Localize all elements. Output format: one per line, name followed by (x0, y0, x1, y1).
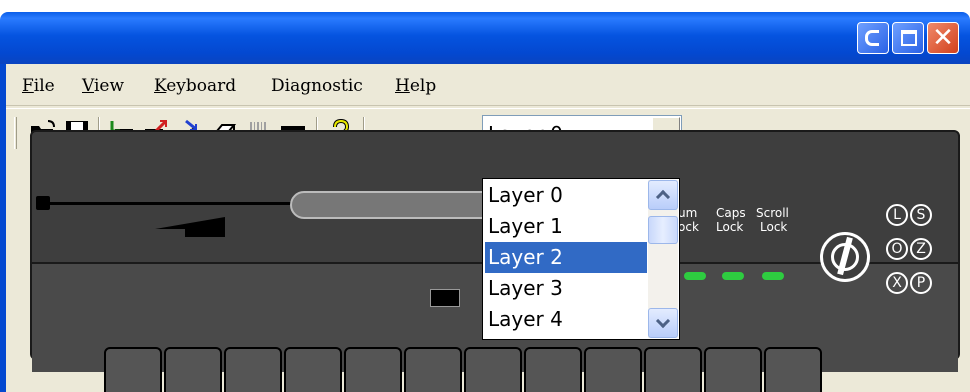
minimize-icon (865, 30, 879, 46)
keyboard-key[interactable] (464, 347, 522, 392)
mode-x-icon: X (886, 272, 908, 294)
scroll-lock-led (762, 272, 784, 280)
menu-keyboard[interactable]: Keyboard (154, 76, 236, 96)
keyboard-key[interactable] (764, 347, 822, 392)
menu-diagnostic[interactable]: Diagnostic (271, 76, 363, 96)
num-lock-label-top: um (678, 206, 698, 220)
layer-option-0[interactable]: Layer 0 (485, 180, 647, 211)
card-reader-bar (185, 229, 225, 237)
maximize-button[interactable] (892, 22, 924, 54)
mode-z-icon: Z (910, 238, 932, 260)
application-window: ✕ File View Keyboard Diagnostic Help um … (0, 12, 970, 392)
indicator-block (430, 289, 460, 307)
title-bar[interactable]: ✕ (0, 12, 970, 64)
toolbar-grip[interactable] (14, 117, 17, 149)
close-icon: ✕ (932, 23, 954, 53)
keyboard-key[interactable] (404, 347, 462, 392)
mode-p-icon: P (910, 272, 932, 294)
num-lock-label-bottom: ock (678, 220, 699, 234)
scroll-lock-label-bottom: Lock (760, 220, 788, 234)
keyboard-key[interactable] (584, 347, 642, 392)
keyboard-key[interactable] (284, 347, 342, 392)
keyboard-key[interactable] (644, 347, 702, 392)
keyboard-key[interactable] (344, 347, 402, 392)
keyboard-key[interactable] (164, 347, 222, 392)
caps-lock-label-bottom: Lock (716, 220, 744, 234)
chevron-down-icon (655, 313, 671, 329)
layer-option-4[interactable]: Layer 4 (485, 304, 647, 335)
mode-s-icon: S (910, 204, 932, 226)
chevron-up-icon (655, 189, 671, 205)
num-lock-led (684, 272, 706, 280)
layer-option-3[interactable]: Layer 3 (485, 273, 647, 304)
menu-bar: File View Keyboard Diagnostic Help (6, 64, 970, 106)
maximize-icon (901, 30, 917, 46)
caps-lock-label-top: Caps (716, 206, 746, 220)
keyboard-key[interactable] (224, 347, 282, 392)
keyboard-key[interactable] (524, 347, 582, 392)
close-button[interactable]: ✕ (927, 22, 959, 54)
layer-option-2[interactable]: Layer 2 (485, 242, 647, 273)
scroll-up-button[interactable] (648, 180, 678, 210)
keylock-switch[interactable] (820, 232, 870, 282)
menu-help[interactable]: Help (395, 76, 436, 96)
layer-dropdown-list: Layer 0 Layer 1 Layer 2 Layer 3 Layer 4 (482, 178, 680, 340)
minimize-button[interactable] (857, 22, 889, 54)
scroll-thumb[interactable] (648, 216, 678, 244)
menu-file[interactable]: File (22, 76, 55, 96)
keyboard-key[interactable] (704, 347, 762, 392)
mode-o-icon: O (886, 238, 908, 260)
dropdown-scrollbar[interactable] (648, 180, 678, 338)
menu-view[interactable]: View (82, 76, 124, 96)
layer-option-1[interactable]: Layer 1 (485, 211, 647, 242)
caps-lock-led (722, 272, 744, 280)
mode-l-icon: L (886, 204, 908, 226)
scroll-lock-label-top: Scroll (756, 206, 789, 220)
scroll-down-button[interactable] (648, 308, 678, 338)
keyboard-key[interactable] (104, 347, 162, 392)
card-reader-wedge (155, 217, 225, 229)
